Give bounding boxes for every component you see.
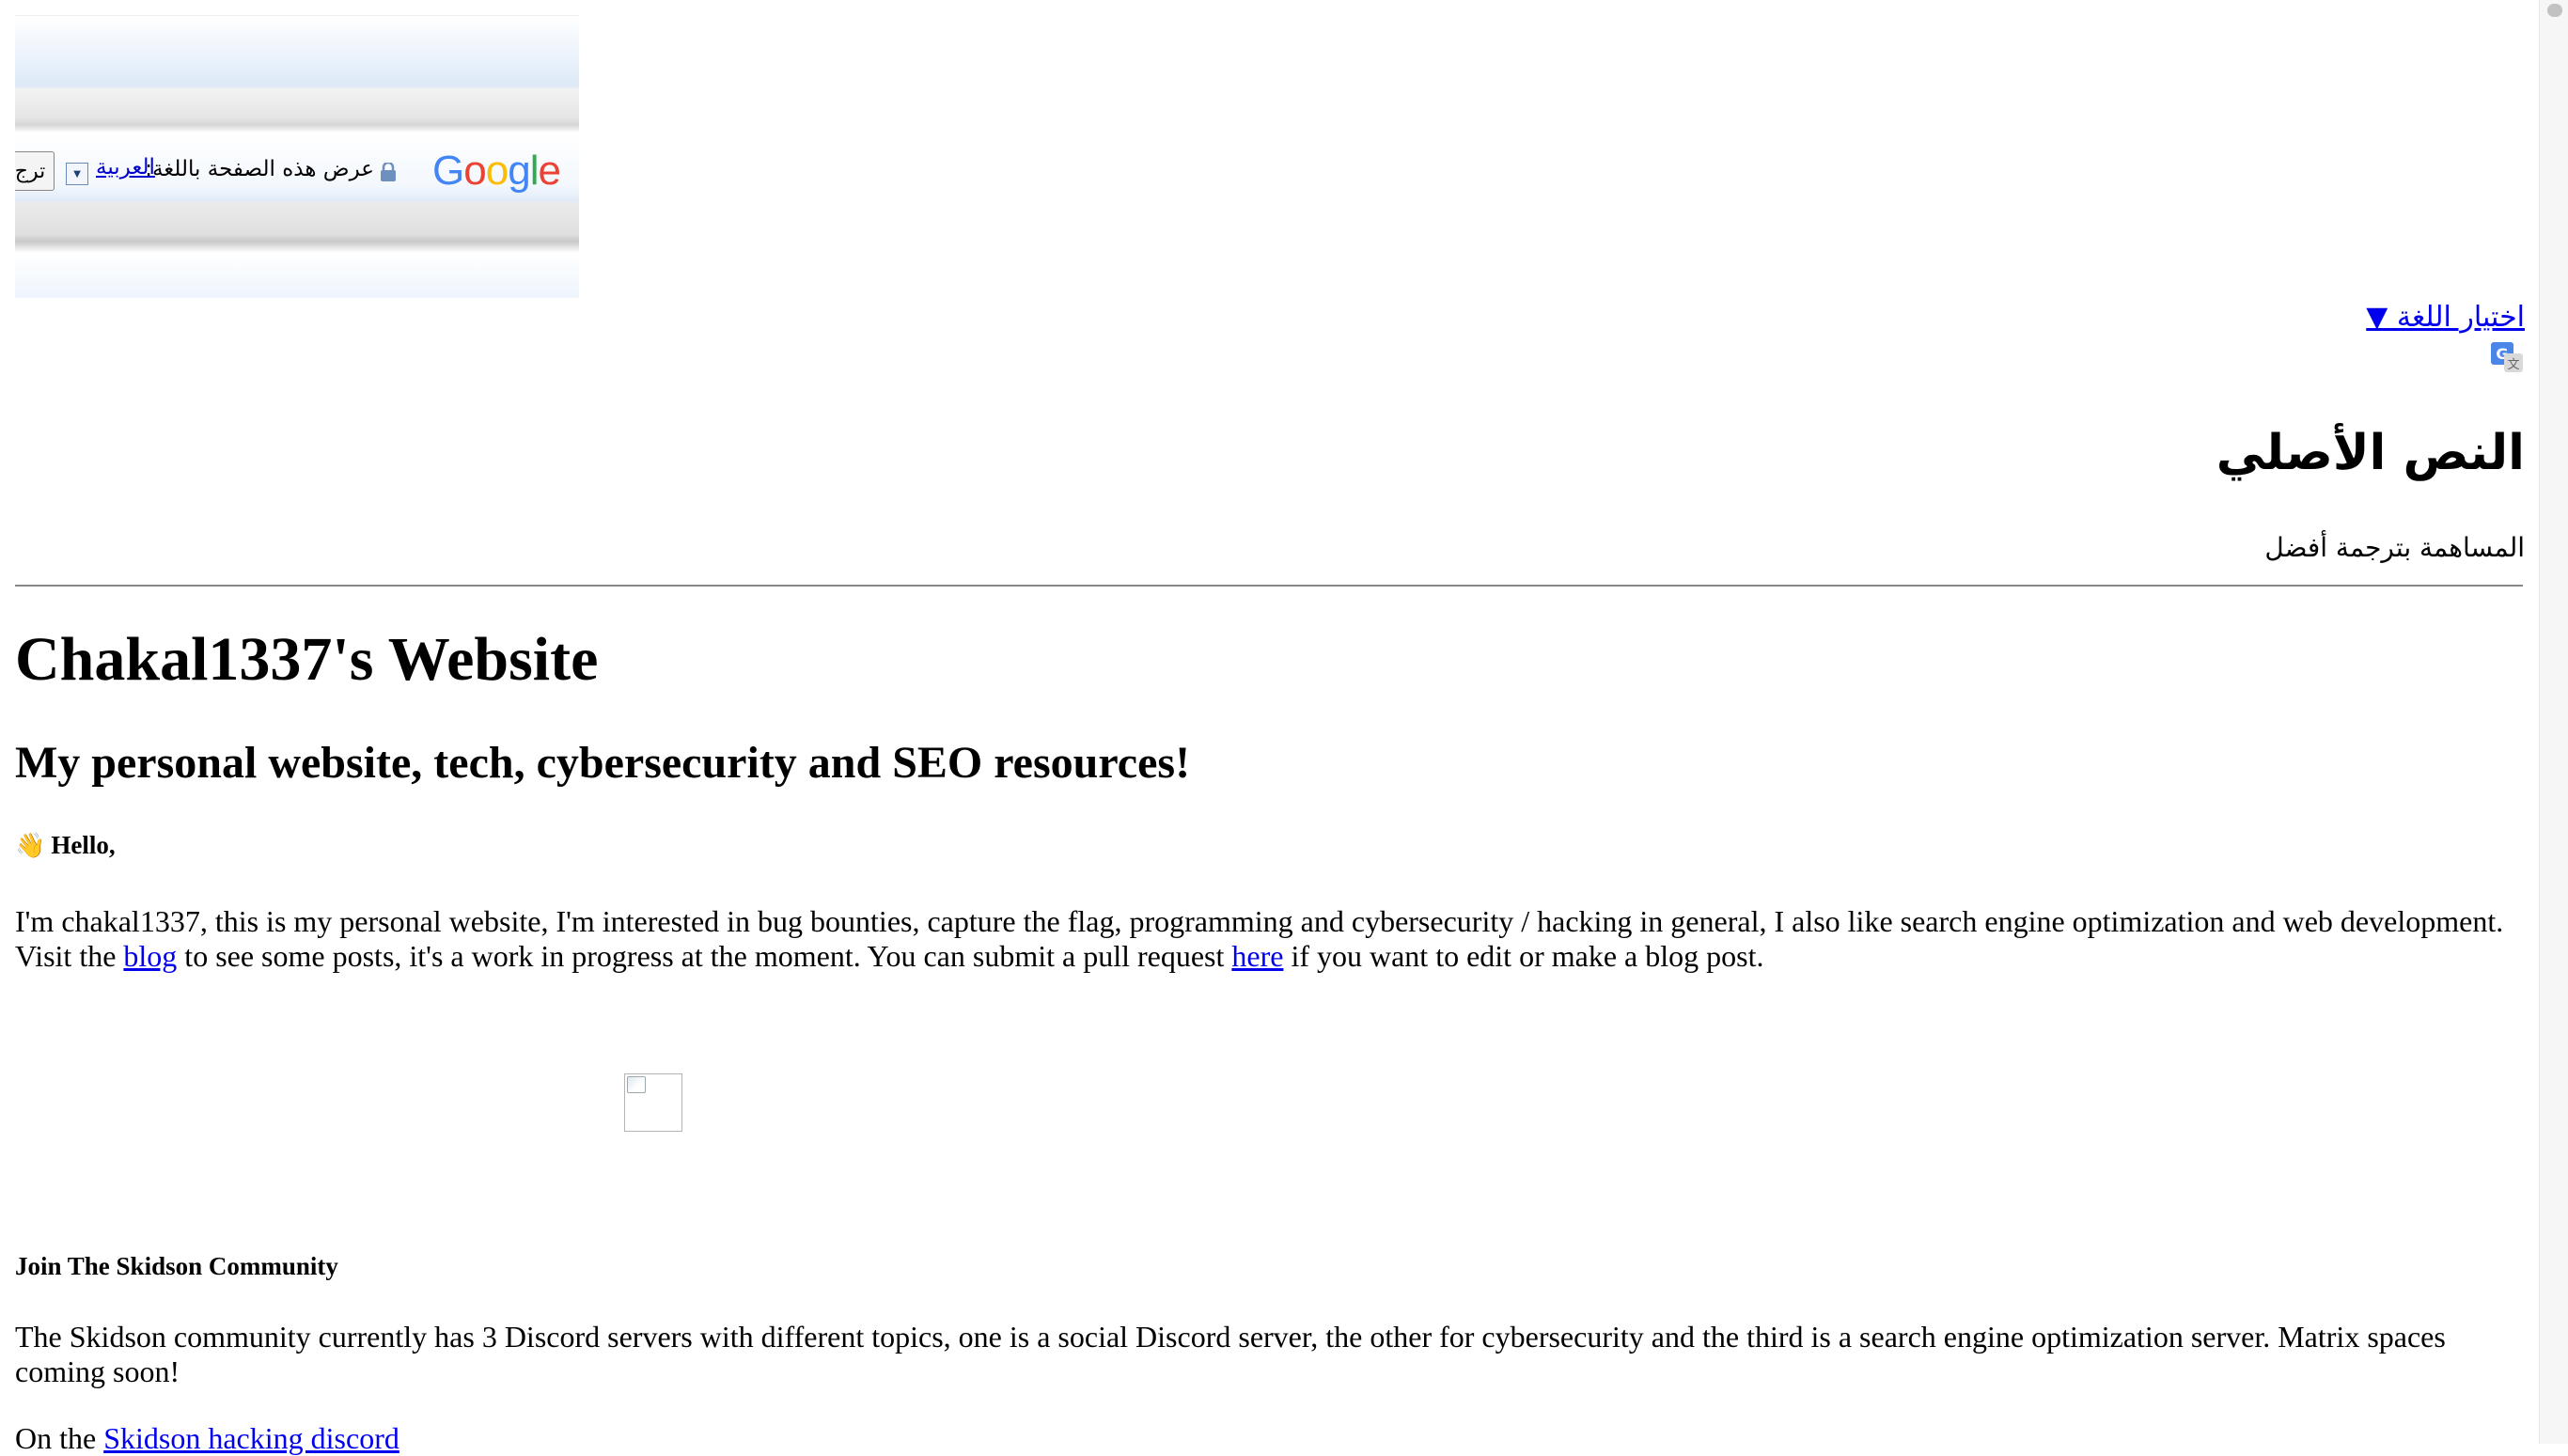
translate-button[interactable]: ترج xyxy=(15,151,55,191)
google-logo: Google xyxy=(432,148,561,194)
intro-paragraph: I'm chakal1337, this is my personal webs… xyxy=(15,904,2523,974)
language-dropdown-button[interactable]: ▼ xyxy=(66,163,88,185)
intro-text-2: to see some posts, it's a work in progre… xyxy=(177,939,1232,973)
pull-request-link[interactable]: here xyxy=(1231,939,1283,973)
svg-text:文: 文 xyxy=(2507,358,2519,372)
language-link[interactable]: العربية xyxy=(96,155,155,180)
discord-paragraph: On the Skidson hacking discord xyxy=(15,1421,2523,1456)
hacking-discord-link[interactable]: Skidson hacking discord xyxy=(103,1421,399,1455)
divider xyxy=(15,585,2523,587)
community-heading: Join The Skidson Community xyxy=(15,1252,338,1280)
community-paragraph: The Skidson community currently has 3 Di… xyxy=(15,1320,2446,1388)
blog-link[interactable]: blog xyxy=(123,939,177,973)
intro-text-3: if you want to edit or make a blog post. xyxy=(1283,939,1764,973)
discord-prefix: On the xyxy=(15,1421,104,1455)
scrollbar-thumb[interactable] xyxy=(2547,4,2562,17)
lock-icon xyxy=(381,163,396,181)
waving-hand-icon: 👋 xyxy=(15,832,46,860)
contribute-translation-text: المساهمة بترجمة أفضل xyxy=(2264,532,2525,563)
greeting-text: Hello, xyxy=(51,831,116,859)
site-title: Chakal1337's Website xyxy=(15,625,599,694)
google-translate-icon[interactable]: G 文 xyxy=(2491,342,2525,374)
vertical-scrollbar[interactable] xyxy=(2539,0,2568,1444)
original-text-heading: النص الأصلي xyxy=(2216,425,2525,481)
greeting: 👋 Hello, xyxy=(15,831,116,860)
translate-toolbar: Google عرض هذه الصفحة باللغة: العربية ▼ … xyxy=(15,136,579,206)
view-page-in-text: عرض هذه الصفحة باللغة: xyxy=(145,157,374,181)
site-subtitle: My personal website, tech, cybersecurity… xyxy=(15,738,1191,788)
select-language-link[interactable]: اختيار اللغة ▼ xyxy=(2366,301,2525,334)
broken-image xyxy=(624,1073,682,1132)
google-translate-banner: Google عرض هذه الصفحة باللغة: العربية ▼ … xyxy=(15,15,579,298)
